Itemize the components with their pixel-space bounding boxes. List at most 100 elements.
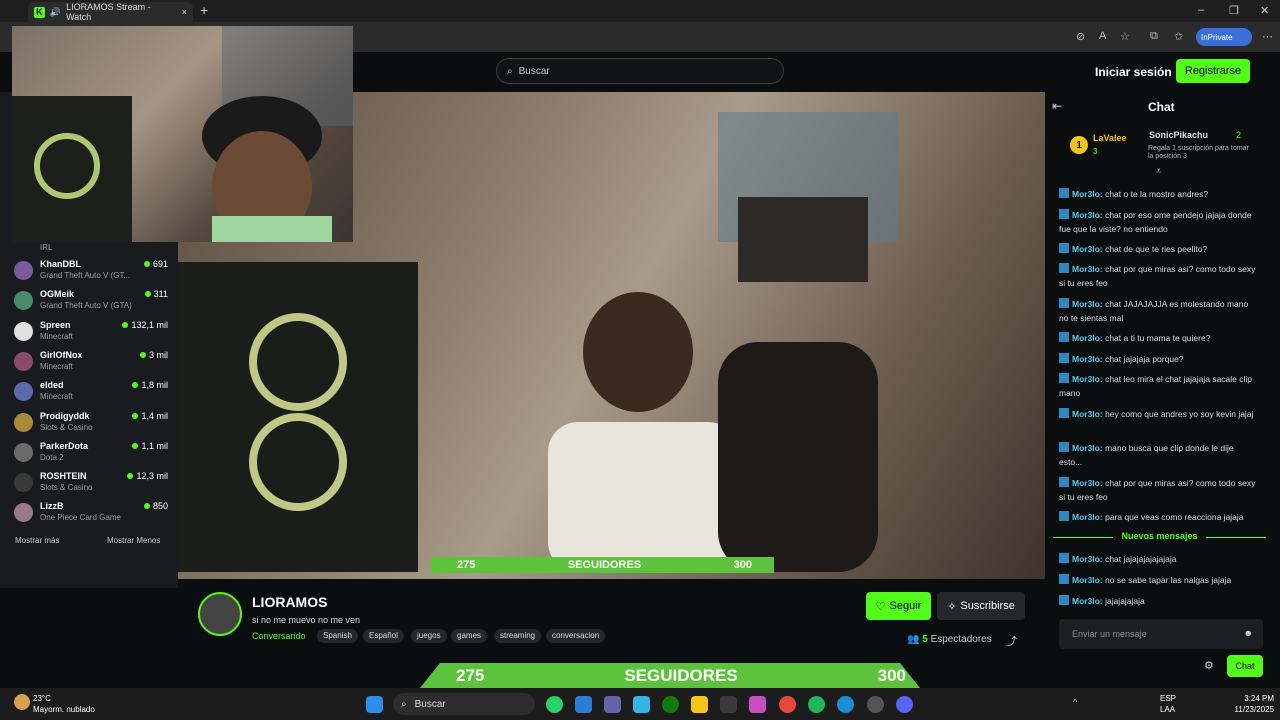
- sidebar-channel-item[interactable]: GirlOfNox Minecraft 3 mil: [14, 348, 174, 376]
- clock[interactable]: 3:24 PM 11/23/2025: [1218, 693, 1274, 715]
- start-icon[interactable]: [366, 696, 383, 713]
- extensions-icon[interactable]: ⧉: [1150, 30, 1158, 43]
- chat-username[interactable]: Mor3lo:: [1072, 409, 1103, 419]
- weather-icon[interactable]: [14, 694, 30, 710]
- channel-avatar[interactable]: [198, 592, 242, 636]
- browser-tab[interactable]: K 🔊 LIORAMOS Stream - Watch ×: [28, 2, 193, 22]
- chat-send-button[interactable]: Chat: [1227, 655, 1263, 677]
- gifter-name[interactable]: LaValee: [1093, 133, 1127, 143]
- stream-tag[interactable]: conversacion: [546, 629, 606, 643]
- chat-input[interactable]: Enviar un mensaje ☻: [1059, 619, 1263, 649]
- whatsapp-icon[interactable]: [546, 696, 563, 713]
- speaker-icon[interactable]: 🔊: [50, 7, 61, 18]
- emoji-icon[interactable]: ☻: [1244, 628, 1253, 638]
- stream-category-link[interactable]: Conversando: [252, 631, 306, 641]
- close-tab-icon[interactable]: ×: [182, 7, 187, 17]
- stream-tag[interactable]: juegos: [411, 629, 447, 643]
- favorites-icon[interactable]: ✩: [1174, 30, 1183, 43]
- spotify-icon[interactable]: [808, 696, 825, 713]
- sidebar-channel-item[interactable]: KhanDBL Grand Theft Auto V (GT... 691: [14, 257, 174, 285]
- chat-username[interactable]: Mor3lo:: [1072, 443, 1103, 453]
- login-button[interactable]: Iniciar sesión: [1095, 65, 1172, 79]
- sidebar-viewer-count: 12,3 mil: [127, 471, 168, 481]
- chrome-icon[interactable]: [779, 696, 796, 713]
- sidebar-channel-item[interactable]: ParkerDota Dota 2 1,1 mil: [14, 439, 174, 467]
- app3-icon[interactable]: [867, 696, 884, 713]
- collapse-chat-icon[interactable]: ⇤: [1052, 99, 1062, 113]
- tray-chevron-icon[interactable]: ^: [1073, 697, 1077, 707]
- discord-icon[interactable]: [896, 696, 913, 713]
- file-explorer-icon[interactable]: [691, 696, 708, 713]
- read-aloud-icon[interactable]: A: [1099, 30, 1106, 42]
- gifter-count: 3: [1093, 147, 1098, 156]
- inprivate-badge[interactable]: InPrivate: [1196, 28, 1252, 46]
- taskbar-search[interactable]: ⌕ Buscar: [393, 693, 535, 715]
- chat-title: Chat: [1148, 100, 1175, 114]
- sidebar-viewer-count: 1,1 mil: [132, 441, 168, 451]
- chat-username[interactable]: Mor3lo:: [1072, 374, 1103, 384]
- chat-username[interactable]: Mor3lo:: [1072, 299, 1103, 309]
- language-indicator[interactable]: ESP LAA: [1160, 693, 1176, 715]
- show-more-link[interactable]: Mostrar más: [15, 536, 59, 545]
- chat-username[interactable]: Mor3lo:: [1072, 554, 1103, 564]
- stream-tag[interactable]: games: [451, 629, 488, 643]
- gifter-name[interactable]: SonicPikachu: [1149, 130, 1208, 140]
- sidebar-channel-item[interactable]: OGMeik Grand Theft Auto V (GTA) 311: [14, 287, 174, 315]
- channel-avatar: [14, 291, 33, 311]
- sidebar-channel-item[interactable]: Prodigyddk Slots & Casino 1,4 mil: [14, 409, 174, 437]
- sidebar-channel-name: KhanDBL: [40, 259, 81, 269]
- chat-settings-icon[interactable]: ⚙: [1204, 659, 1214, 672]
- chat-username[interactable]: Mor3lo:: [1072, 264, 1103, 274]
- chat-text: jajajajajaja: [1105, 596, 1145, 606]
- app-icon[interactable]: [575, 696, 592, 713]
- register-button[interactable]: Registrarse: [1176, 59, 1250, 83]
- new-tab-button[interactable]: +: [200, 2, 208, 18]
- follow-button[interactable]: ♡ Seguir: [866, 592, 931, 620]
- weather-widget[interactable]: 23°C Mayorm. nublado: [33, 693, 95, 715]
- more-menu-icon[interactable]: ⋯: [1262, 30, 1273, 43]
- sidebar-channel-item[interactable]: Spreen Minecraft 132,1 mil: [14, 318, 174, 346]
- favorite-star-icon[interactable]: ☆: [1120, 30, 1130, 43]
- xbox-icon[interactable]: [662, 696, 679, 713]
- user-badge-icon: [1059, 243, 1069, 253]
- chat-username[interactable]: Mor3lo:: [1072, 244, 1103, 254]
- copilot-icon[interactable]: [633, 696, 650, 713]
- close-window-button[interactable]: ✕: [1260, 4, 1269, 17]
- sidebar-viewer-count: 311: [144, 289, 168, 299]
- sidebar-channel-item[interactable]: LizzB One Piece Card Game 850: [14, 499, 174, 527]
- minimize-button[interactable]: –: [1198, 4, 1204, 16]
- maximize-button[interactable]: ❐: [1229, 4, 1239, 17]
- user-badge-icon: [1059, 188, 1069, 198]
- user-badge-icon: [1059, 298, 1069, 308]
- sidebar-channel-item[interactable]: elded Minecraft 1,8 mil: [14, 378, 174, 406]
- stream-tag[interactable]: streaming: [494, 629, 542, 643]
- chat-username[interactable]: Mor3lo:: [1072, 333, 1103, 343]
- app2-icon[interactable]: [749, 696, 766, 713]
- sidebar-category-label: IRL: [40, 243, 53, 252]
- chat-username[interactable]: Mor3lo:: [1072, 596, 1103, 606]
- edge-icon[interactable]: [837, 696, 854, 713]
- search-input[interactable]: ⌕ Buscar: [496, 58, 784, 84]
- channel-name[interactable]: LIORAMOS: [252, 594, 327, 610]
- sidebar-channel-item[interactable]: ROSHTEIN Slots & Casino 12,3 mil: [14, 469, 174, 497]
- share-icon[interactable]: ⤴: [1006, 633, 1017, 649]
- chat-message: Mor3lo: chat jajajajajajajaja: [1059, 552, 1259, 566]
- show-less-link[interactable]: Mostrar Menos: [107, 536, 160, 545]
- stream-tag[interactable]: Español: [363, 629, 404, 643]
- chat-username[interactable]: Mor3lo:: [1072, 512, 1103, 522]
- chat-username[interactable]: Mor3lo:: [1072, 189, 1103, 199]
- store-icon[interactable]: [720, 696, 737, 713]
- live-dot-icon: [132, 382, 139, 389]
- chat-username[interactable]: Mor3lo:: [1072, 575, 1103, 585]
- goal-current: 275: [457, 559, 476, 571]
- tracking-icon[interactable]: ⊘: [1076, 30, 1085, 43]
- stream-tag[interactable]: Spanish: [317, 629, 358, 643]
- teams-icon[interactable]: [604, 696, 621, 713]
- filter-icon[interactable]: ⩡: [1156, 166, 1162, 177]
- chat-username[interactable]: Mor3lo:: [1072, 478, 1103, 488]
- chat-username[interactable]: Mor3lo:: [1072, 210, 1103, 220]
- chat-message: Mor3lo: chat de que te ries peelito?: [1059, 242, 1259, 256]
- chat-username[interactable]: Mor3lo:: [1072, 354, 1103, 364]
- user-badge-icon: [1059, 553, 1069, 563]
- subscribe-button[interactable]: ✧ Suscribirse: [937, 592, 1025, 620]
